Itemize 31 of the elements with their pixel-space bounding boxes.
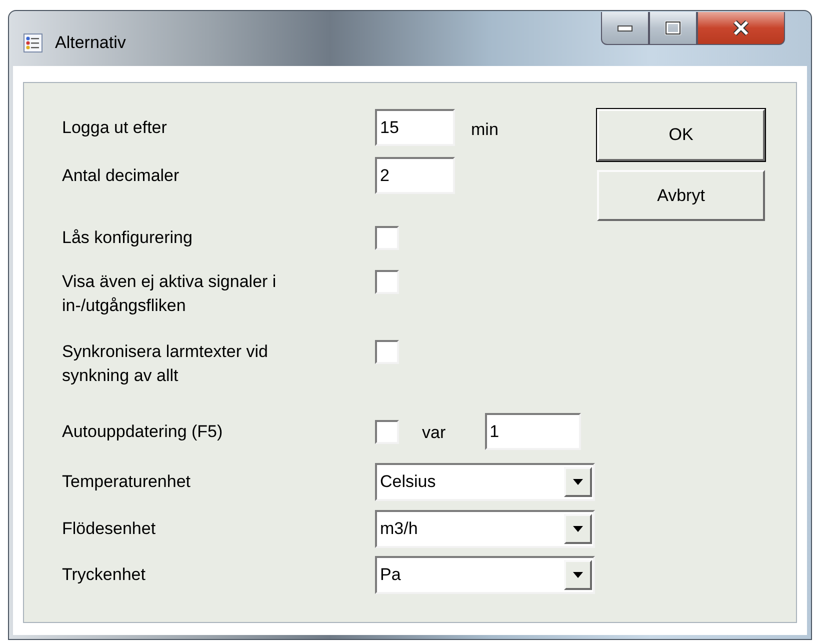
option-label: Antal decimaler xyxy=(62,164,180,186)
checkbox[interactable] xyxy=(375,420,399,444)
option-label: Temperaturenhet xyxy=(62,471,192,493)
maximize-button[interactable] xyxy=(649,12,697,45)
dropdown[interactable]: m3/h xyxy=(375,510,595,548)
close-icon xyxy=(732,20,750,36)
dropdown[interactable]: Celsius xyxy=(375,463,595,501)
interval-label: var xyxy=(422,423,446,443)
option-label: Synkronisera larmtexter vid synkning av allt xyxy=(62,341,269,387)
minimize-button[interactable] xyxy=(601,12,649,45)
option-label: Tryckenhet xyxy=(62,564,146,586)
checkbox[interactable] xyxy=(375,226,399,250)
unit-label: min xyxy=(471,120,498,140)
list-icon xyxy=(23,32,43,52)
option-label: Autouppdatering (F5) xyxy=(62,420,224,442)
dialog-button[interactable]: OK xyxy=(597,109,765,161)
checkbox[interactable] xyxy=(375,270,399,294)
close-button[interactable] xyxy=(697,12,785,45)
maximize-icon xyxy=(665,21,681,35)
input-field[interactable]: 1 xyxy=(484,413,581,450)
minimize-icon xyxy=(617,24,633,32)
option-label: Logga ut efter xyxy=(62,116,168,138)
input-field[interactable]: 2 xyxy=(375,157,455,194)
window-title: Alternativ xyxy=(55,32,126,52)
option-label: Flödesenhet xyxy=(62,518,157,540)
checkbox[interactable] xyxy=(375,340,399,364)
input-field[interactable]: 15 xyxy=(375,109,455,146)
dropdown[interactable]: Pa xyxy=(375,556,595,594)
option-label: Lås konfigurering xyxy=(62,227,194,249)
dialog-button[interactable]: Avbryt xyxy=(597,170,765,221)
option-label: Visa även ej aktiva signaler i in-/utgångsfliken xyxy=(62,271,278,317)
